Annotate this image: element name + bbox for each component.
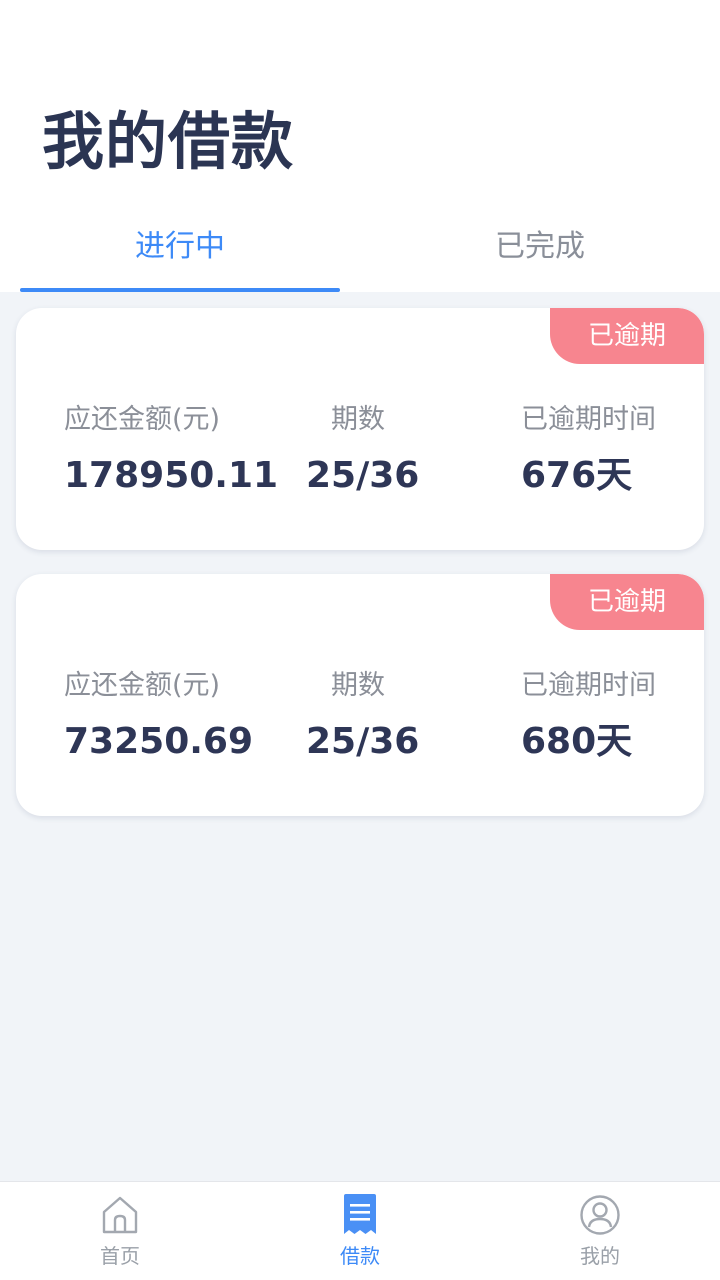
periods-column: 期数 25/36 bbox=[306, 668, 420, 766]
bill-icon bbox=[344, 1194, 376, 1234]
amount-label: 应还金额(元) bbox=[64, 404, 221, 435]
page-title: 我的借款 bbox=[42, 105, 295, 178]
overdue-value: 680天 bbox=[521, 721, 633, 762]
tab-bar: 进行中 已完成 bbox=[0, 222, 720, 292]
overdue-column: 已逾期时间 680天 bbox=[521, 668, 656, 766]
periods-label: 期数 bbox=[331, 404, 385, 435]
status-badge: 已逾期 bbox=[550, 308, 704, 364]
user-icon bbox=[580, 1195, 620, 1235]
nav-item-loans[interactable]: 借款 bbox=[240, 1182, 480, 1280]
nav-label-mine: 我的 bbox=[580, 1244, 620, 1268]
bottom-nav: 首页 借款 我的 bbox=[0, 1181, 720, 1280]
periods-value: 25/36 bbox=[306, 721, 420, 762]
amount-value: 178950.11 bbox=[64, 455, 279, 496]
periods-value: 25/36 bbox=[306, 455, 420, 496]
loan-card[interactable]: 已逾期 应还金额(元) 178950.11 期数 25/36 已逾期时间 676… bbox=[16, 308, 704, 550]
overdue-column: 已逾期时间 676天 bbox=[521, 402, 656, 500]
nav-item-mine[interactable]: 我的 bbox=[480, 1182, 720, 1280]
loan-card[interactable]: 已逾期 应还金额(元) 73250.69 期数 25/36 已逾期时间 680天 bbox=[16, 574, 704, 816]
tab-completed[interactable]: 已完成 bbox=[360, 222, 720, 292]
amount-label: 应还金额(元) bbox=[64, 670, 221, 701]
nav-label-home: 首页 bbox=[100, 1244, 140, 1268]
tab-in-progress[interactable]: 进行中 bbox=[0, 222, 360, 292]
amount-column: 应还金额(元) 73250.69 bbox=[64, 668, 253, 766]
home-icon bbox=[102, 1196, 138, 1234]
amount-value: 73250.69 bbox=[64, 721, 254, 762]
periods-column: 期数 25/36 bbox=[306, 402, 420, 500]
overdue-label: 已逾期时间 bbox=[521, 670, 656, 701]
status-badge: 已逾期 bbox=[550, 574, 704, 630]
overdue-label: 已逾期时间 bbox=[521, 404, 656, 435]
header: 我的借款 进行中 已完成 bbox=[0, 0, 720, 292]
nav-item-home[interactable]: 首页 bbox=[0, 1182, 240, 1280]
tab-active-indicator bbox=[20, 288, 340, 292]
periods-label: 期数 bbox=[331, 670, 385, 701]
nav-label-loans: 借款 bbox=[340, 1244, 380, 1268]
amount-column: 应还金额(元) 178950.11 bbox=[64, 402, 278, 500]
overdue-value: 676天 bbox=[521, 455, 633, 496]
